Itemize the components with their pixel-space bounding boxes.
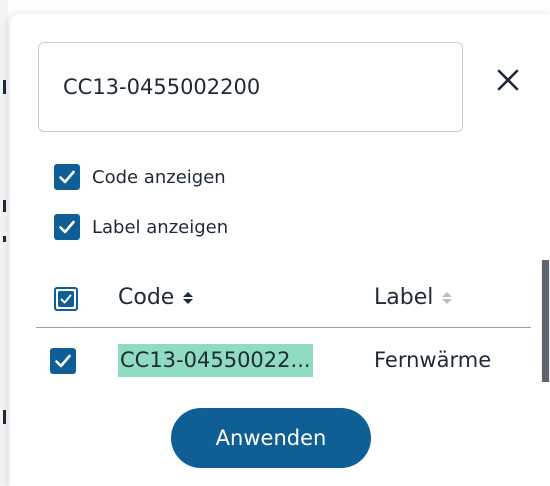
sort-icon — [442, 291, 453, 304]
check-icon — [59, 220, 75, 234]
select-all-box — [54, 287, 78, 311]
search-field[interactable] — [38, 42, 463, 132]
column-header-code[interactable]: Code — [118, 285, 194, 310]
table-row[interactable]: CC13-04550022... Fernwärme — [36, 336, 531, 388]
row-checkbox[interactable] — [50, 348, 76, 374]
scrollbar-thumb[interactable] — [542, 260, 549, 382]
show-label-label: Label anzeigen — [92, 216, 229, 238]
show-label-option[interactable]: Label anzeigen — [54, 214, 228, 240]
check-icon — [59, 170, 75, 184]
apply-button[interactable]: Anwenden — [171, 408, 371, 468]
scrollbar-track[interactable] — [541, 260, 550, 382]
background-mark — [3, 80, 6, 94]
show-code-option[interactable]: Code anzeigen — [54, 164, 226, 190]
row-code-cell: CC13-04550022... — [118, 344, 313, 377]
close-icon — [497, 69, 519, 91]
close-button[interactable] — [492, 64, 524, 96]
column-header-label[interactable]: Label — [374, 285, 453, 310]
select-all-checkbox[interactable] — [54, 287, 78, 311]
table-header: Code Label — [36, 272, 531, 328]
filter-panel: Code anzeigen Label anzeigen Code — [10, 14, 550, 486]
background-mark — [3, 236, 6, 242]
check-icon — [55, 354, 71, 368]
sort-icon — [183, 291, 194, 304]
show-label-checkbox[interactable] — [54, 214, 80, 240]
search-input[interactable] — [61, 74, 462, 100]
show-code-label: Code anzeigen — [92, 166, 226, 188]
select-all-fill — [58, 291, 74, 307]
column-header-label-label: Label — [374, 285, 434, 310]
row-label-cell: Fernwärme — [374, 348, 492, 372]
check-icon — [60, 294, 72, 304]
background-mark — [3, 410, 6, 424]
background-mark — [3, 200, 6, 212]
background-page-edge — [0, 0, 8, 486]
column-header-code-label: Code — [118, 285, 175, 310]
show-code-checkbox[interactable] — [54, 164, 80, 190]
